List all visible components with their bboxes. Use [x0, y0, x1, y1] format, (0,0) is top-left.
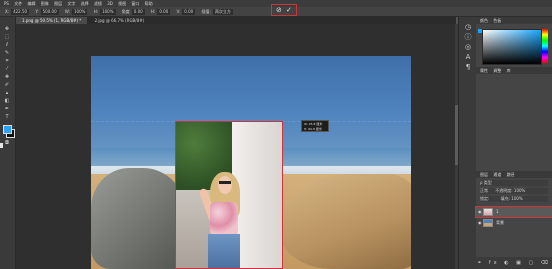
option-y[interactable]: Y: 500.00	[35, 7, 59, 16]
quick-mask-icon[interactable]: ◘	[3, 141, 11, 146]
lasso-tool-icon[interactable]: ℓ	[3, 43, 11, 48]
brush-settings-icon[interactable]: ◎	[464, 43, 472, 51]
fill-value[interactable]: 100%	[511, 196, 522, 201]
tooltip-height: H: 60.8 厘米	[304, 127, 322, 131]
menu-window[interactable]: 窗口	[131, 1, 139, 6]
option-interpolation[interactable]: 插值: 两次立方	[201, 7, 233, 16]
photo-person-top	[210, 202, 238, 236]
photo-person-face	[218, 176, 232, 194]
lock-fill-row: 锁定: 填充: 100%	[480, 196, 548, 202]
move-tool-icon[interactable]: ✥	[3, 27, 11, 32]
option-skew-h[interactable]: H: 0.00	[151, 7, 171, 16]
option-angle[interactable]: 角度 0.00	[122, 7, 145, 16]
tab-adjustments[interactable]: 调整	[493, 68, 501, 73]
photo-person-jeans	[208, 234, 240, 268]
lock-label: 锁定:	[480, 196, 490, 201]
layers-panel-tabs: 图层 通道 路径	[476, 171, 552, 178]
menu-file[interactable]: 文件	[14, 1, 22, 6]
layer-name: 背景	[496, 220, 504, 225]
character-panel-icon[interactable]: A	[464, 53, 472, 61]
color-panel-tabs: 颜色 色板	[476, 17, 552, 24]
layer-thumbnail	[483, 219, 493, 227]
transform-size-tooltip: W: 45.8 厘米 H: 60.8 厘米	[301, 120, 329, 132]
menu-select[interactable]: 选择	[81, 1, 89, 6]
eyedropper-tool-icon[interactable]: ⁄	[3, 67, 11, 72]
tab-swatches[interactable]: 色板	[493, 18, 501, 23]
collapsed-panel-strip: ◷ ⓘ ◎ A ¶	[458, 17, 477, 269]
layer-name: 1	[496, 209, 499, 214]
foreground-color-swatch[interactable]	[3, 125, 12, 134]
tab-layers[interactable]: 图层	[480, 172, 488, 177]
layer-thumbnail	[483, 208, 493, 216]
menu-filter[interactable]: 滤镜	[94, 1, 102, 6]
opacity-value[interactable]: 100%	[514, 188, 525, 193]
properties-panel-tabs: 属性 调整 库	[476, 67, 552, 74]
eraser-tool-icon[interactable]: ◧	[3, 99, 11, 104]
placed-photo-transform-box[interactable]	[175, 121, 283, 269]
option-width[interactable]: W: 100%	[65, 7, 88, 16]
info-panel-icon[interactable]: ⓘ	[464, 33, 472, 41]
tab-color[interactable]: 颜色	[480, 18, 488, 23]
quick-select-tool-icon[interactable]: ✎	[3, 51, 11, 56]
right-panels: 颜色 色板 属性 调整 库 图层 通道 路径 ρ 类型 正常 不透明度: 100…	[475, 17, 552, 269]
tab-paths[interactable]: 路径	[507, 172, 515, 177]
layers-footer-icons[interactable]: ⚭ fx ◐ ▣ ▢ ⌫	[476, 257, 552, 269]
document-tabs: 1.png @ 50.5% (1, RGB/8#) * 2.jpg @ 66.7…	[16, 17, 456, 24]
option-x[interactable]: X: 422.50	[5, 7, 30, 16]
menu-image[interactable]: 图像	[41, 1, 49, 6]
tab-properties[interactable]: 属性	[480, 68, 488, 73]
menu-3d[interactable]: 3D	[107, 1, 113, 6]
menu-help[interactable]: 帮助	[145, 1, 153, 6]
tab-document-1[interactable]: 1.png @ 50.5% (1, RGB/8#) *	[16, 17, 88, 24]
tab-channels[interactable]: 通道	[493, 172, 501, 177]
menu-view[interactable]: 视图	[118, 1, 126, 6]
layer-kind-filter[interactable]: ρ 类型	[480, 180, 548, 186]
opacity-label: 不透明度:	[495, 188, 513, 193]
left-panel-collapse-handle[interactable]	[0, 143, 3, 148]
option-height[interactable]: H: 100%	[94, 7, 116, 16]
photo-person-sunglasses	[219, 181, 231, 184]
tab-document-2[interactable]: 2.jpg @ 66.7% (RGB/8#)	[89, 17, 151, 24]
fill-label: 填充:	[500, 196, 510, 201]
history-panel-icon[interactable]: ◷	[464, 23, 472, 31]
menu-edit[interactable]: 编辑	[28, 1, 36, 6]
menu-layer[interactable]: 图层	[54, 1, 62, 6]
menu-app-logo[interactable]: PS	[4, 1, 9, 6]
stamp-tool-icon[interactable]: ▴	[3, 91, 11, 96]
menu-type[interactable]: 文字	[67, 1, 75, 6]
option-skew-v[interactable]: V: 0.00	[177, 7, 196, 16]
crop-tool-icon[interactable]: ⌗	[3, 59, 11, 64]
commit-transform-icon[interactable]: ✓	[286, 6, 292, 14]
cancel-transform-icon[interactable]: ⊘	[276, 6, 282, 14]
seal-left-image	[91, 168, 186, 269]
paragraph-panel-icon[interactable]: ¶	[464, 63, 472, 71]
marquee-tool-icon[interactable]: ⬚	[3, 35, 11, 40]
blend-mode-row: 正常 不透明度: 100%	[480, 188, 548, 194]
healing-tool-icon[interactable]: ✚	[3, 75, 11, 80]
blend-mode-select[interactable]: 正常	[480, 188, 488, 193]
layer-row-background[interactable]: ◉ 背景	[476, 218, 552, 228]
tab-libraries[interactable]: 库	[507, 68, 511, 73]
hue-slider[interactable]	[542, 29, 548, 63]
pen-tool-icon[interactable]: ✒	[3, 107, 11, 112]
layer-row-1[interactable]: ◉ 1	[475, 206, 552, 218]
brush-tool-icon[interactable]: ✐	[3, 83, 11, 88]
transform-commit-group: ⊘ ✓	[271, 4, 297, 16]
color-picker-field[interactable]	[482, 29, 542, 65]
type-tool-icon[interactable]: T	[3, 115, 11, 120]
